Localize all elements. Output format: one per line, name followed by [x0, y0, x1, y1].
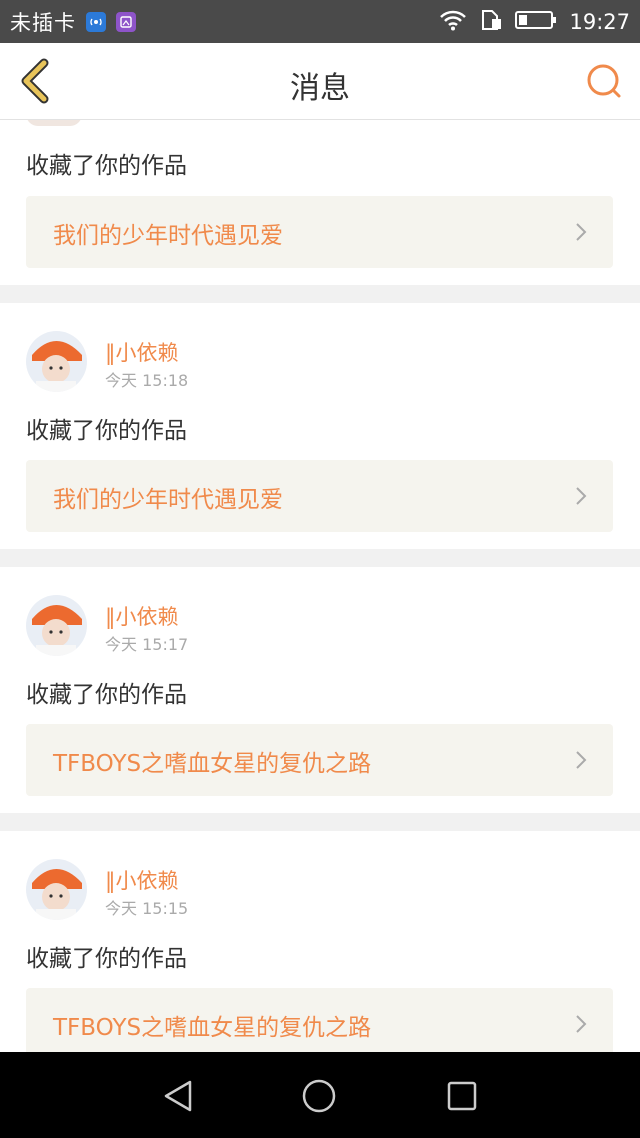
avatar[interactable] [26, 859, 87, 920]
chevron-right-icon [576, 487, 587, 505]
system-home-button[interactable] [301, 1078, 337, 1118]
username[interactable]: ‖小依赖 [105, 601, 179, 631]
system-recents-button[interactable] [446, 1080, 478, 1116]
message-action: 收藏了你的作品 [26, 153, 187, 179]
message-card: ‖小依赖 今天 15:15 收藏了你的作品 TFBOYS之嗜血女星的复仇之路 [0, 831, 640, 1052]
work-title: TFBOYS之嗜血女星的复仇之路 [53, 1015, 372, 1041]
username[interactable]: ‖小依赖 [105, 337, 179, 367]
search-button[interactable] [584, 61, 624, 101]
username[interactable]: ‖小依赖 [105, 865, 179, 895]
sim-icon [479, 8, 503, 36]
work-title: 我们的少年时代遇见爱 [53, 223, 283, 249]
work-link[interactable]: 我们的少年时代遇见爱 [26, 460, 613, 532]
battery-icon [515, 9, 557, 35]
chevron-right-icon [576, 751, 587, 769]
chevron-right-icon [576, 223, 587, 241]
message-action: 收藏了你的作品 [26, 682, 187, 708]
message-action: 收藏了你的作品 [26, 946, 187, 972]
work-link[interactable]: 我们的少年时代遇见爱 [26, 196, 613, 268]
message-action: 收藏了你的作品 [26, 418, 187, 444]
avatar[interactable] [26, 331, 87, 392]
gallery-app-icon [116, 11, 136, 32]
message-card: ‖小依赖 今天 15:17 收藏了你的作品 TFBOYS之嗜血女星的复仇之路 [0, 567, 640, 813]
message-list[interactable]: 收藏了你的作品 我们的少年时代遇见爱 ‖小依赖 今天 15:18 收藏了你的作品… [0, 120, 640, 1052]
message-card: ‖小依赖 今天 15:18 收藏了你的作品 我们的少年时代遇见爱 [0, 303, 640, 549]
clock: 19:27 [569, 9, 630, 34]
work-link[interactable]: TFBOYS之嗜血女星的复仇之路 [26, 724, 613, 796]
wifi-icon [439, 9, 467, 35]
home-circle-icon [302, 1079, 336, 1113]
app-screen: 未插卡 19:27 消息 收藏了你的作品 我们的少年时代遇见爱 ‖小依赖 今天 … [0, 0, 640, 1138]
chevron-right-icon [576, 1015, 587, 1033]
timestamp: 今天 15:17 [105, 635, 189, 654]
work-title: 我们的少年时代遇见爱 [53, 487, 283, 513]
work-link[interactable]: TFBOYS之嗜血女星的复仇之路 [26, 988, 613, 1052]
timestamp: 今天 15:15 [105, 899, 189, 918]
navigation-bar: 消息 [0, 43, 640, 120]
recents-square-icon [447, 1081, 477, 1111]
message-card: 收藏了你的作品 我们的少年时代遇见爱 [0, 120, 640, 285]
system-nav-bar [0, 1052, 640, 1138]
timestamp: 今天 15:18 [105, 371, 189, 390]
carrier-label: 未插卡 [10, 10, 76, 35]
status-bar: 未插卡 19:27 [0, 0, 640, 43]
search-icon [587, 64, 621, 98]
wifi-hotspot-app-icon [86, 11, 106, 32]
back-triangle-icon [164, 1080, 192, 1112]
avatar[interactable] [26, 120, 82, 126]
work-title: TFBOYS之嗜血女星的复仇之路 [53, 751, 372, 777]
avatar[interactable] [26, 595, 87, 656]
page-title: 消息 [290, 71, 350, 106]
system-back-button[interactable] [162, 1079, 194, 1117]
